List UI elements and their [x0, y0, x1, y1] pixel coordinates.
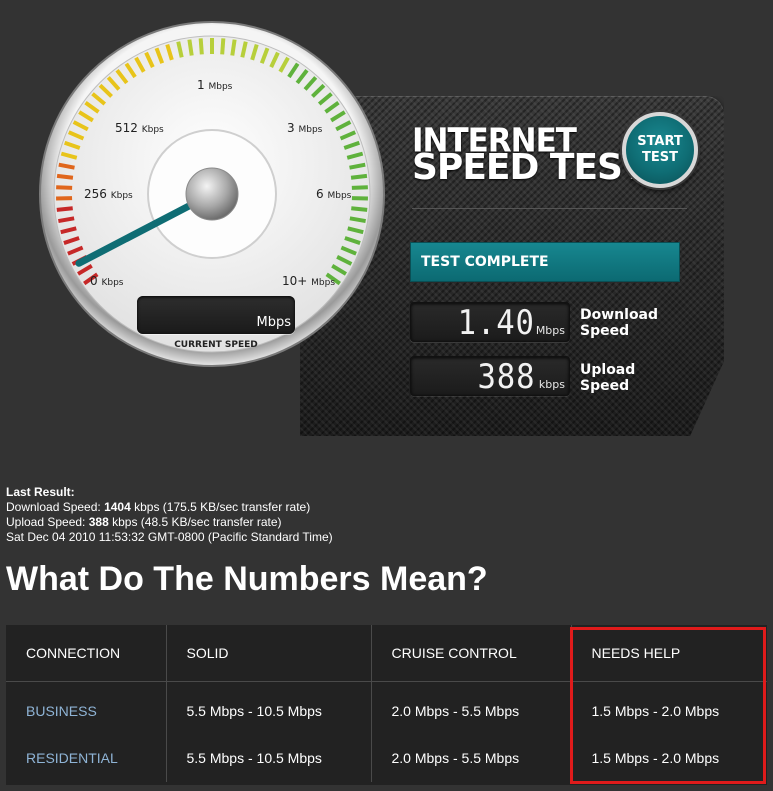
download-value: 1.40	[457, 303, 535, 343]
col-needs-help: NEEDS HELP	[571, 625, 767, 682]
last-result-upload: Upload Speed: 388 kbps (48.5 KB/sec tran…	[6, 515, 282, 529]
gauge-tick	[198, 38, 204, 55]
gauge-label-1mbps: 1 Mbps	[197, 78, 233, 92]
gauge-label-256: 256 Kbps	[84, 187, 133, 201]
download-label: Download Speed	[580, 307, 660, 339]
current-speed-unit: Mbps	[256, 315, 292, 330]
gauge-label-512: 512 Kbps	[115, 121, 164, 135]
table-cell: 1.5 Mbps - 2.0 Mbps	[591, 703, 720, 719]
gauge-tick	[350, 173, 368, 180]
download-unit: Mbps	[535, 324, 565, 337]
title-speed-test: SPEED TEST	[412, 147, 647, 188]
speed-test-widget: INTERNET SPEED TEST START TEST TEST COMP…	[0, 0, 773, 470]
gauge-tick	[351, 185, 368, 190]
gauge-tick	[58, 216, 75, 224]
last-result-header: Last Result:	[6, 485, 75, 499]
test-label: TEST	[642, 150, 678, 165]
table-cell: 1.5 Mbps - 2.0 Mbps	[591, 750, 720, 766]
last-result: Last Result: Download Speed: 1404 kbps (…	[6, 485, 333, 545]
upload-label-line2: Speed	[580, 378, 630, 394]
gauge-tick	[56, 206, 73, 212]
gauge-label-0: 0 Kbps	[90, 274, 124, 288]
table-row: BUSINESS 5.5 Mbps - 10.5 Mbps 2.0 Mbps -…	[6, 681, 767, 735]
table-row: RESIDENTIAL 5.5 Mbps - 10.5 Mbps 2.0 Mbp…	[6, 734, 767, 782]
col-cruise-control: CRUISE CONTROL	[371, 625, 572, 682]
download-label-line1: Download	[580, 307, 659, 323]
download-readout: 1.40 Mbps	[410, 302, 570, 342]
upload-readout: 388 kbps	[410, 356, 570, 396]
table-cell: 5.5 Mbps - 10.5 Mbps	[166, 681, 372, 735]
current-speed-display: Mbps	[137, 296, 295, 334]
upload-value: 388	[477, 357, 535, 397]
gauge-tick	[56, 185, 73, 190]
start-label: START	[637, 134, 683, 149]
upload-label: Upload Speed	[580, 362, 660, 394]
status-bar: TEST COMPLETE	[410, 242, 680, 282]
gauge-tick	[230, 39, 237, 56]
status-text: TEST COMPLETE	[421, 254, 549, 270]
gauge-label-3mbps: 3 Mbps	[287, 121, 323, 135]
upload-label-line1: Upload	[580, 362, 636, 378]
table-cell: 2.0 Mbps - 5.5 Mbps	[371, 734, 572, 782]
table-cell: 5.5 Mbps - 10.5 Mbps	[166, 734, 372, 782]
row-residential-link[interactable]: RESIDENTIAL	[6, 734, 167, 782]
start-test-button[interactable]: START TEST	[622, 112, 698, 188]
col-solid: SOLID	[166, 625, 372, 682]
gauge-hub	[185, 167, 239, 221]
gauge-tick	[351, 206, 368, 212]
gauge-tick	[349, 216, 366, 224]
gauge-tick	[220, 38, 226, 55]
gauge-label-6mbps: 6 Mbps	[316, 187, 352, 201]
upload-unit: kbps	[538, 378, 565, 391]
col-connection: CONNECTION	[6, 625, 167, 682]
panel-divider	[412, 208, 687, 209]
gauge-tick	[187, 39, 194, 56]
speed-table: CONNECTION SOLID CRUISE CONTROL NEEDS HE…	[6, 625, 767, 785]
last-result-timestamp: Sat Dec 04 2010 11:53:32 GMT-0800 (Pacif…	[6, 530, 333, 544]
last-result-download: Download Speed: 1404 kbps (175.5 KB/sec …	[6, 500, 311, 514]
gauge-tick	[56, 173, 74, 180]
gauge-label-10mbps: 10+ Mbps	[282, 274, 336, 288]
table-cell: 2.0 Mbps - 5.5 Mbps	[371, 681, 572, 735]
current-speed-label: CURRENT SPEED	[174, 340, 258, 350]
page-heading: What Do The Numbers Mean?	[6, 560, 488, 598]
row-business-link[interactable]: BUSINESS	[6, 681, 167, 735]
download-label-line2: Speed	[580, 323, 630, 339]
